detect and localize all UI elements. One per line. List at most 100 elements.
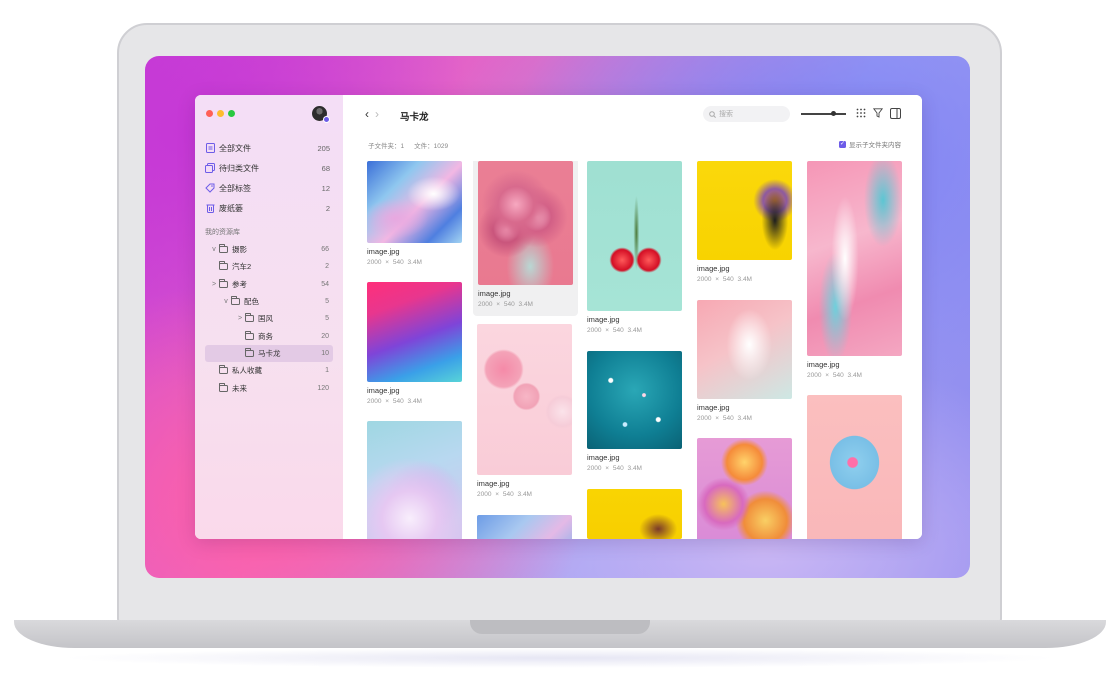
folder-color-schemes[interactable]: v 配色 5 (205, 293, 333, 310)
image-thumbnail[interactable] (367, 282, 462, 382)
image-card[interactable]: image.jpg 2000 × 540 3.4M (367, 282, 462, 405)
folder-label: 汽车2 (232, 262, 252, 272)
slider-knob[interactable] (831, 111, 836, 116)
folder-future[interactable]: 未来 120 (205, 379, 333, 396)
image-card[interactable] (807, 395, 902, 539)
image-thumbnail[interactable] (367, 421, 462, 539)
image-card[interactable]: image.jpg 2000 × 540 3.4M (697, 300, 792, 422)
image-name: image.jpg (807, 360, 840, 369)
panel-toggle-icon[interactable] (889, 108, 901, 120)
laptop-notch (470, 620, 650, 634)
folder-icon (231, 296, 240, 306)
folder-count: 54 (321, 280, 329, 288)
image-card[interactable]: image.jpg 2000 × 540 3.4M (367, 161, 462, 266)
image-thumbnail[interactable] (367, 161, 462, 243)
image-meta: 2000 × 540 3.4M (478, 301, 533, 308)
chevron-right-icon[interactable]: > (235, 315, 245, 322)
folder-photography[interactable]: v 摄影 66 (205, 241, 333, 258)
sidebar-item-count: 12 (321, 183, 330, 193)
minimize-window-button[interactable] (217, 110, 224, 117)
image-card[interactable]: image.jpg 2000 × 540 3.4M (807, 161, 902, 379)
folder-macaron[interactable]: 马卡龙 10 (205, 344, 333, 363)
image-meta: 2000 × 540 3.4M (697, 276, 752, 283)
image-thumbnail[interactable] (477, 324, 572, 475)
image-card[interactable]: image.jpg 2000 × 540 3.4M (587, 351, 682, 472)
folder-label: 国风 (258, 314, 273, 324)
image-thumbnail[interactable] (587, 161, 682, 311)
image-card-selected[interactable]: image.jpg 2000 × 540 3.4M (473, 161, 578, 316)
folder-private-collection[interactable]: 私人收藏 1 (205, 362, 333, 379)
search-placeholder: 搜索 (719, 111, 733, 118)
files-icon (205, 163, 215, 173)
image-thumbnail[interactable] (807, 161, 902, 356)
image-name: image.jpg (477, 479, 510, 488)
image-thumbnail[interactable] (477, 515, 572, 539)
folder-count: 66 (321, 246, 329, 254)
folder-business[interactable]: 商务 20 (205, 327, 333, 344)
close-window-button[interactable] (206, 110, 213, 117)
chevron-down-icon[interactable]: v (209, 246, 219, 253)
sidebar-item-count: 205 (317, 143, 330, 153)
forward-arrow-icon[interactable]: › (375, 107, 379, 121)
grid-icon[interactable] (855, 108, 867, 120)
image-meta: 2000 × 540 3.4M (697, 415, 752, 422)
image-card[interactable] (587, 489, 682, 539)
back-arrow-icon[interactable]: ‹ (365, 107, 369, 121)
history-nav: ‹ › (365, 107, 379, 121)
window-controls (206, 110, 235, 117)
image-thumbnail[interactable] (697, 438, 792, 539)
image-thumbnail[interactable] (478, 161, 573, 285)
folder-count: 120 (317, 384, 329, 392)
folder-count: 10 (321, 349, 329, 357)
image-card[interactable] (477, 515, 572, 539)
image-thumbnail[interactable] (587, 489, 682, 539)
checkmark-icon: ✓ (839, 140, 846, 148)
filter-icon[interactable] (872, 108, 884, 120)
folder-label: 商务 (258, 331, 273, 341)
toolbar: ‹ › 马卡龙 搜索 (343, 95, 922, 133)
folder-label: 配色 (244, 297, 259, 307)
sidebar-item-label: 全部标签 (219, 183, 251, 193)
chevron-down-icon[interactable]: v (221, 298, 231, 305)
image-meta: 2000 × 540 3.4M (807, 372, 862, 379)
sidebar-nav: 全部文件 205 待归类文件 68 全部标签 12 废纸篓 2 (205, 138, 330, 218)
folder-car2[interactable]: 汽车2 2 (205, 258, 333, 275)
image-name: image.jpg (587, 315, 620, 324)
image-card[interactable]: image.jpg 2000 × 540 3.4M (697, 161, 792, 283)
folder-reference[interactable]: > 参考 54 (205, 276, 333, 293)
image-name: image.jpg (478, 289, 511, 298)
image-card[interactable] (367, 421, 462, 539)
folder-count: 20 (321, 332, 329, 340)
image-card[interactable] (697, 438, 792, 539)
sidebar-item-all-files[interactable]: 全部文件 205 (205, 138, 330, 158)
folder-guofeng[interactable]: > 国风 5 (205, 310, 333, 327)
sidebar-item-all-tags[interactable]: 全部标签 12 (205, 178, 330, 198)
app-window: 全部文件 205 待归类文件 68 全部标签 12 废纸篓 2 我的资源库 v … (195, 95, 922, 539)
search-input[interactable]: 搜索 (703, 106, 790, 122)
folder-icon (219, 261, 228, 271)
folder-icon (245, 347, 254, 357)
folder-label: 私人收藏 (232, 366, 262, 376)
image-thumbnail[interactable] (697, 300, 792, 399)
image-card[interactable]: image.jpg 2000 × 540 3.4M (477, 324, 572, 498)
image-grid: image.jpg 2000 × 540 3.4M image.jpg 2000… (367, 161, 922, 539)
laptop-shadow (60, 648, 1060, 668)
image-thumbnail[interactable] (587, 351, 682, 449)
image-name: image.jpg (697, 403, 730, 412)
zoom-window-button[interactable] (228, 110, 235, 117)
image-thumbnail[interactable] (807, 395, 902, 539)
folder-label: 马卡龙 (258, 348, 281, 358)
sidebar-item-trash[interactable]: 废纸篓 2 (205, 198, 330, 218)
sidebar-item-unsorted[interactable]: 待归类文件 68 (205, 158, 330, 178)
thumbnail-size-slider[interactable] (801, 111, 846, 116)
subfolder-count: 子文件夹：1 (368, 143, 405, 150)
avatar[interactable] (312, 106, 330, 123)
image-card[interactable]: image.jpg 2000 × 540 3.4M (587, 161, 682, 334)
folder-count: 5 (325, 315, 329, 323)
chevron-right-icon[interactable]: > (209, 281, 219, 288)
search-icon (709, 110, 716, 118)
main-panel: ‹ › 马卡龙 搜索 子文件夹：1 文件：1029 ✓ 显示子文件夹内容 ima… (343, 95, 922, 539)
image-thumbnail[interactable] (697, 161, 792, 260)
show-subfolder-checkbox[interactable]: ✓ 显示子文件夹内容 (839, 139, 901, 149)
sidebar: 全部文件 205 待归类文件 68 全部标签 12 废纸篓 2 我的资源库 v … (195, 95, 343, 539)
